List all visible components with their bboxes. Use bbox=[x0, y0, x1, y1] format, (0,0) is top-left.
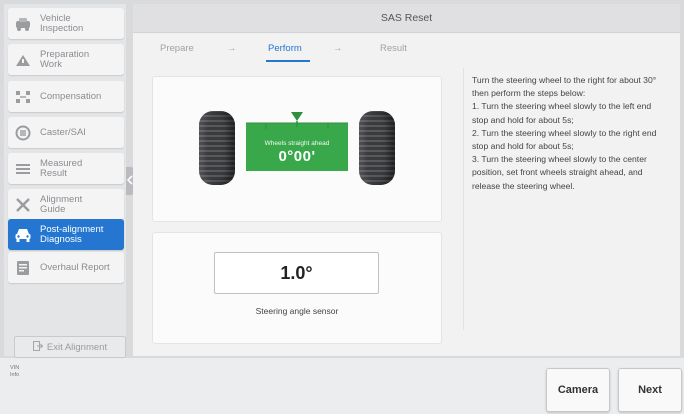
exit-alignment-label: Exit Alignment bbox=[46, 341, 108, 353]
step-perform: Perform bbox=[268, 43, 302, 54]
sidebar-item-label: Caster/SAI bbox=[40, 126, 86, 138]
step-result: Result bbox=[380, 43, 407, 54]
angle-pointer-icon bbox=[246, 112, 348, 129]
sidebar-item-label: Overhaul Report bbox=[40, 261, 110, 273]
sidebar-item-measured-result[interactable]: Measured Result bbox=[8, 153, 124, 184]
report-icon bbox=[14, 259, 32, 277]
sidebar-item-vehicle-inspection[interactable]: Vehicle Inspection bbox=[8, 8, 124, 39]
sidebar-item-alignment-guide[interactable]: Alignment Guide bbox=[8, 189, 124, 220]
sidebar-item-label: Compensation bbox=[40, 90, 102, 102]
steering-angle-label: Steering angle sensor bbox=[255, 306, 339, 316]
sidebar-item-caster-sai[interactable]: Caster/SAI bbox=[8, 117, 124, 148]
main-panel: SAS Reset Prepare → Perform → Result Whe… bbox=[133, 4, 680, 356]
camera-button[interactable]: Camera bbox=[546, 368, 610, 412]
sidebar-item-label: Vehicle Inspection bbox=[40, 12, 84, 34]
bottom-toolbar: VIN Info Camera Next bbox=[0, 358, 684, 414]
next-button[interactable]: Next bbox=[618, 368, 682, 412]
wheels-angle-value: 0°00' bbox=[278, 148, 316, 165]
wheel-alignment-card: Wheels straight ahead 0°00' bbox=[152, 76, 442, 222]
instructions-text: Turn the steering wheel to the right for… bbox=[463, 68, 663, 330]
vehicle-inspection-icon bbox=[14, 15, 32, 33]
sidebar-item-overhaul-report[interactable]: Overhaul Report bbox=[8, 252, 124, 283]
page-title: SAS Reset bbox=[133, 4, 680, 33]
sidebar-item-post-alignment-diagnosis[interactable]: Post-alignment Diagnosis bbox=[8, 219, 124, 250]
steering-sensor-card: 1.0° Steering angle sensor bbox=[152, 232, 442, 344]
sidebar-item-label: Alignment Guide bbox=[40, 193, 83, 215]
step-indicator: Prepare → Perform → Result bbox=[133, 33, 680, 63]
measured-result-icon bbox=[14, 160, 32, 178]
step-arrow-icon: → bbox=[227, 43, 237, 54]
sidebar-item-label: Post-alignment Diagnosis bbox=[40, 223, 104, 245]
preparation-icon bbox=[14, 51, 32, 69]
alignment-guide-icon bbox=[14, 196, 32, 214]
sidebar-item-label: Measured Result bbox=[40, 157, 83, 179]
step-prepare: Prepare bbox=[160, 43, 194, 54]
caster-icon bbox=[14, 124, 32, 142]
sidebar-item-preparation-work[interactable]: Preparation Work bbox=[8, 44, 124, 75]
sidebar: Vehicle Inspection Preparation Work Comp… bbox=[4, 4, 126, 358]
active-step-underline bbox=[266, 60, 310, 62]
sidebar-item-compensation[interactable]: Compensation bbox=[8, 81, 124, 112]
sidebar-item-label: Preparation Work bbox=[40, 48, 90, 70]
exit-icon bbox=[32, 340, 44, 354]
car-icon bbox=[14, 226, 32, 244]
vin-info: VIN Info bbox=[10, 365, 20, 378]
left-tire bbox=[199, 111, 235, 185]
step-arrow-icon: → bbox=[333, 43, 343, 54]
compensation-icon bbox=[14, 88, 32, 106]
right-tire bbox=[359, 111, 395, 185]
wheels-straight-label: Wheels straight ahead bbox=[264, 140, 330, 147]
steering-angle-value: 1.0° bbox=[214, 252, 379, 294]
exit-alignment-button[interactable]: Exit Alignment bbox=[14, 336, 126, 358]
